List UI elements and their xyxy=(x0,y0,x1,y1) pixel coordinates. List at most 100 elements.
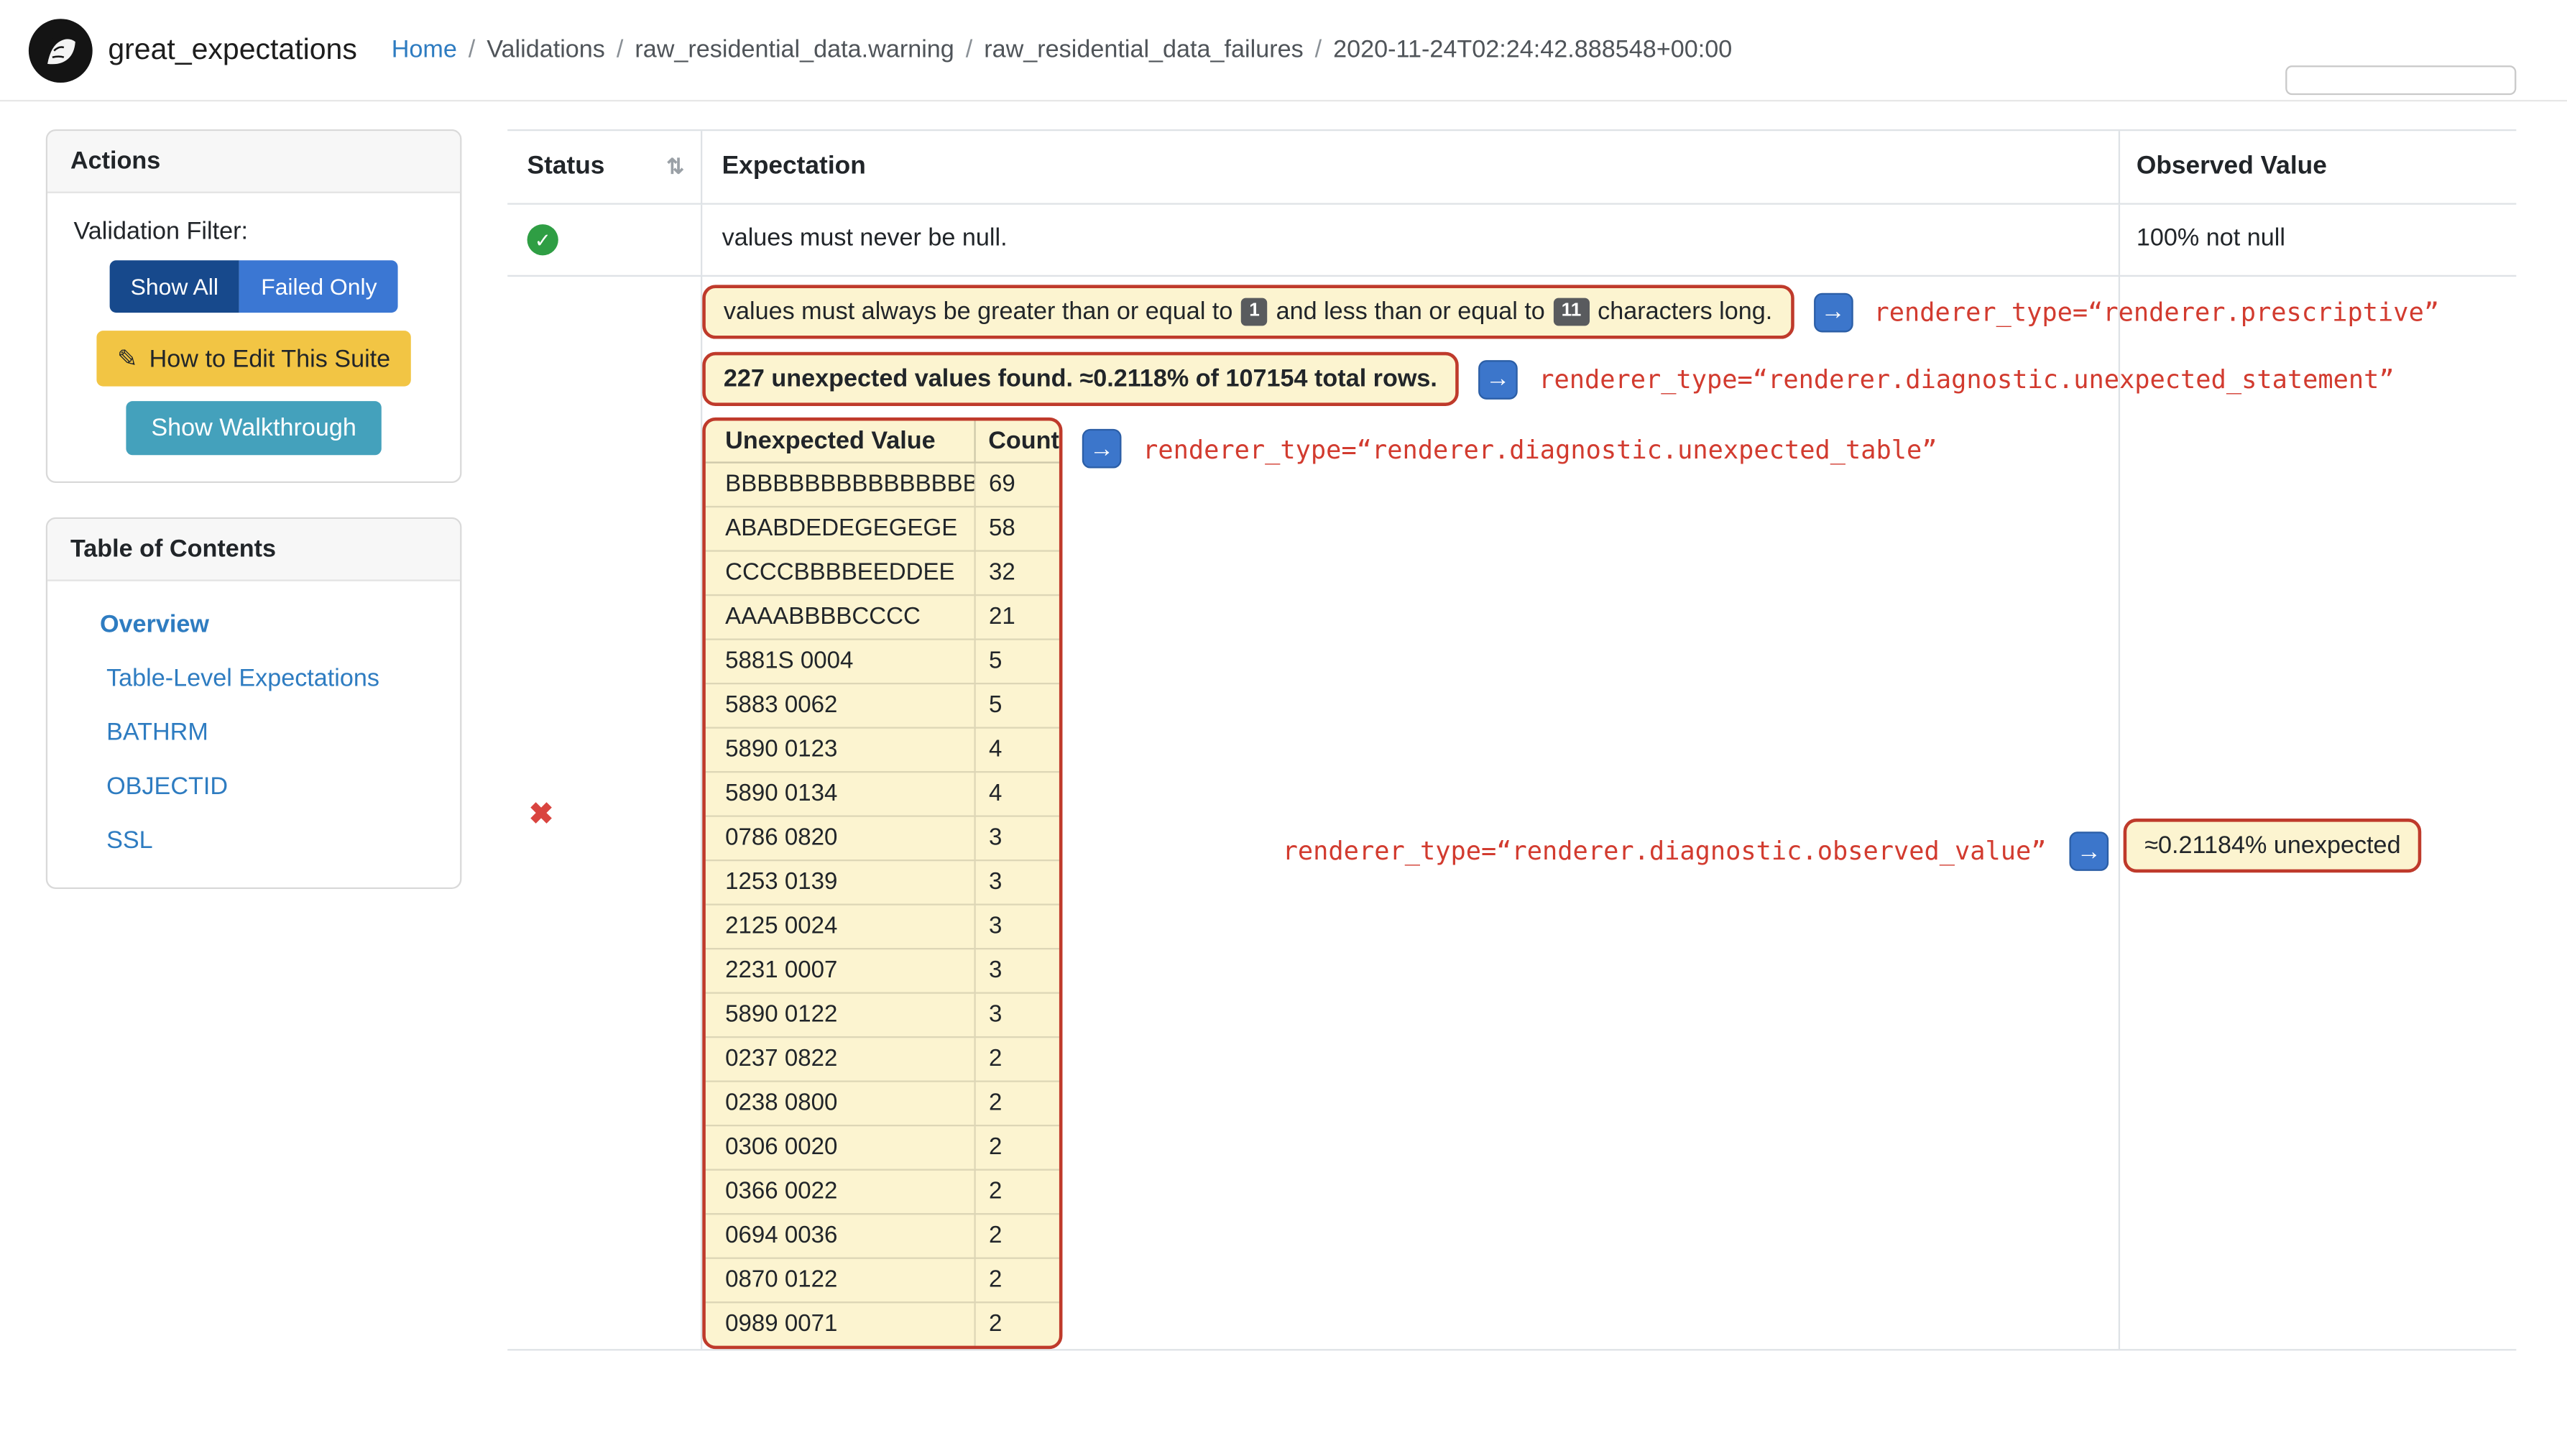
unexpected-value-cell: 5890 0122 xyxy=(725,1002,838,1028)
arrow-right-icon: → xyxy=(1082,428,1122,469)
unexpected-table-row: 0237 0822 2 xyxy=(705,1036,1059,1081)
unexpected-count-cell: 69 xyxy=(974,463,1059,506)
partial-button[interactable] xyxy=(2285,65,2517,96)
unexpected-table-row: 5890 0134 4 xyxy=(705,770,1059,816)
unexpected-table-row: 0238 0800 2 xyxy=(705,1080,1059,1125)
unexpected-table-row: 5890 0123 4 xyxy=(705,727,1059,771)
page: great_expectations Home / Validations / … xyxy=(0,0,2567,1456)
toc-item-overview[interactable]: Overview xyxy=(47,597,460,651)
table-row: ✖ values must always be greater than or … xyxy=(507,276,2517,1351)
unexpected-value-cell: 0366 0022 xyxy=(725,1179,838,1205)
unexpected-table-row: 5890 0122 3 xyxy=(705,992,1059,1037)
unexpected-table-row: CCCCBBBBEEDDEE 32 xyxy=(705,550,1059,594)
unexpected-count-cell: 58 xyxy=(974,507,1059,550)
breadcrumb: Home / Validations / raw_residential_dat… xyxy=(392,36,1733,64)
observed-value-column-header: Observed Value xyxy=(2136,152,2327,180)
status-column-header[interactable]: Status ⇅ xyxy=(507,131,701,203)
arrow-right-icon: → xyxy=(1813,292,1853,332)
unexpected-table-row: 2231 0007 3 xyxy=(705,947,1059,992)
table-row: ✓ values must never be null. 100% not nu… xyxy=(507,204,2517,277)
unexpected-statement-highlight: 227 unexpected values found. ≈0.2118% of… xyxy=(702,351,1459,406)
max-value-badge: 11 xyxy=(1553,298,1590,326)
unexpected-value-cell: 0786 0820 xyxy=(725,825,838,852)
unexpected-value-cell: 0237 0822 xyxy=(725,1046,838,1073)
breadcrumb-separator: / xyxy=(468,36,476,64)
unexpected-table-row: 5883 0062 5 xyxy=(705,682,1059,727)
toc-item-bathrm[interactable]: BATHRM xyxy=(47,706,460,760)
unexpected-value-cell: 0238 0800 xyxy=(725,1090,838,1117)
breadcrumb-item: 2020-11-24T02:24:42.888548+00:00 xyxy=(1333,36,1733,64)
expectation-column-header: Expectation xyxy=(701,131,2121,203)
toc-title: Table of Contents xyxy=(47,519,461,581)
logo-icon[interactable] xyxy=(28,17,93,83)
edit-suite-button[interactable]: ✎ How to Edit This Suite xyxy=(96,331,412,387)
breadcrumb-item: Validations xyxy=(487,36,605,64)
unexpected-value-cell: 0989 0071 xyxy=(725,1311,838,1338)
unexpected-table-row: 0306 0020 2 xyxy=(705,1125,1059,1169)
unexpected-count-cell: 2 xyxy=(974,1215,1059,1258)
results-table: Status ⇅ Expectation Observed Value ✓ va… xyxy=(507,129,2517,1351)
main-content: Actions Validation Filter: Show All Fail… xyxy=(0,101,2567,1351)
unexpected-count-cell: 3 xyxy=(974,949,1059,992)
unexpected-value-cell: 2125 0024 xyxy=(725,913,838,940)
table-header-row: Status ⇅ Expectation Observed Value xyxy=(507,129,2517,205)
unexpected-table-row: 1253 0139 3 xyxy=(705,859,1059,904)
unexpected-table-row: 5881S 0004 5 xyxy=(705,638,1059,683)
toc-item-table-level-expectations[interactable]: Table-Level Expectations xyxy=(47,652,460,706)
unexpected-table-row: 0870 0122 2 xyxy=(705,1257,1059,1302)
sort-icon[interactable]: ⇅ xyxy=(666,154,684,180)
unexpected-count-cell: 5 xyxy=(974,640,1059,683)
unexpected-count-cell: 2 xyxy=(974,1170,1059,1214)
validation-filter-group: Show All Failed Only xyxy=(109,260,399,313)
show-all-button[interactable]: Show All xyxy=(109,260,240,313)
breadcrumb-separator: / xyxy=(616,36,624,64)
validation-filter-label: Validation Filter: xyxy=(73,217,248,246)
unexpected-count-cell: 2 xyxy=(974,1038,1059,1081)
unexpected-value-cell: 0306 0020 xyxy=(725,1134,838,1161)
unexpected-value-cell: 5890 0123 xyxy=(725,737,838,763)
navbar: great_expectations Home / Validations / … xyxy=(0,0,2567,102)
walkthrough-button[interactable]: Show Walkthrough xyxy=(126,401,382,456)
success-check-icon: ✓ xyxy=(527,224,558,256)
prescriptive-highlight: values must always be greater than or eq… xyxy=(702,285,1794,339)
unexpected-table-row: 0366 0022 2 xyxy=(705,1169,1059,1214)
actions-panel-title: Actions xyxy=(47,131,461,193)
unexpected-table-row: ABABDEDEGEGEGE 58 xyxy=(705,505,1059,550)
unexpected-count-cell: 4 xyxy=(974,773,1059,816)
unexpected-count-cell: 32 xyxy=(974,551,1059,594)
unexpected-table-row: AAAABBBBCCCC 21 xyxy=(705,594,1059,639)
breadcrumb-home-link[interactable]: Home xyxy=(392,36,457,64)
unexpected-count-cell: 3 xyxy=(974,993,1059,1037)
unexpected-values-table: Unexpected Value Count BBBBBBBBBBBBBBBB … xyxy=(702,417,1063,1350)
unexpected-value-cell: 5881S 0004 xyxy=(725,648,854,675)
toc-item-objectid[interactable]: OBJECTID xyxy=(47,760,460,814)
edit-icon: ✎ xyxy=(117,345,138,374)
unexpected-value-cell: 1253 0139 xyxy=(725,869,838,896)
observed-value-renderer-annotation: renderer_type=“renderer.diagnostic.obser… xyxy=(1282,837,2047,867)
status-header-label: Status xyxy=(527,152,605,180)
toc-item-ssl[interactable]: SSL xyxy=(47,814,460,867)
arrow-right-icon: → xyxy=(2069,831,2109,871)
unexpected-count-cell: 2 xyxy=(974,1258,1059,1302)
unexpected-value-cell: 5883 0062 xyxy=(725,692,838,719)
unexpected-table-renderer-annotation: renderer_type=“renderer.diagnostic.unexp… xyxy=(1143,435,1937,465)
unexpected-value-cell: ABABDEDEGEGEGE xyxy=(725,515,958,543)
unexpected-table-row: 2125 0024 3 xyxy=(705,903,1059,948)
toc-panel: Table of Contents Overview Table-Level E… xyxy=(45,517,462,889)
actions-panel: Actions Validation Filter: Show All Fail… xyxy=(45,129,462,484)
min-value-badge: 1 xyxy=(1240,298,1268,326)
expectation-text: values must never be null. xyxy=(701,204,2121,275)
breadcrumb-separator: / xyxy=(1314,36,1322,64)
unexpected-value-cell: 0694 0036 xyxy=(725,1222,838,1250)
unexpected-table-header: Unexpected Value Count xyxy=(705,420,1059,464)
breadcrumb-item: raw_residential_data.warning xyxy=(635,36,954,64)
unexpected-count-cell: 3 xyxy=(974,905,1059,948)
unexpected-count-cell: 3 xyxy=(974,816,1059,860)
brand-title: great_expectations xyxy=(108,32,357,66)
unexpected-value-cell: CCCCBBBBEEDDEE xyxy=(725,560,955,586)
unexpected-table-row: 0989 0071 2 xyxy=(705,1301,1059,1346)
failed-only-button[interactable]: Failed Only xyxy=(239,260,399,313)
observed-value-highlight: ≈0.21184% unexpected xyxy=(2123,819,2423,873)
breadcrumb-item: raw_residential_data_failures xyxy=(984,36,1304,64)
unexpected-value-cell: AAAABBBBCCCC xyxy=(725,604,921,631)
